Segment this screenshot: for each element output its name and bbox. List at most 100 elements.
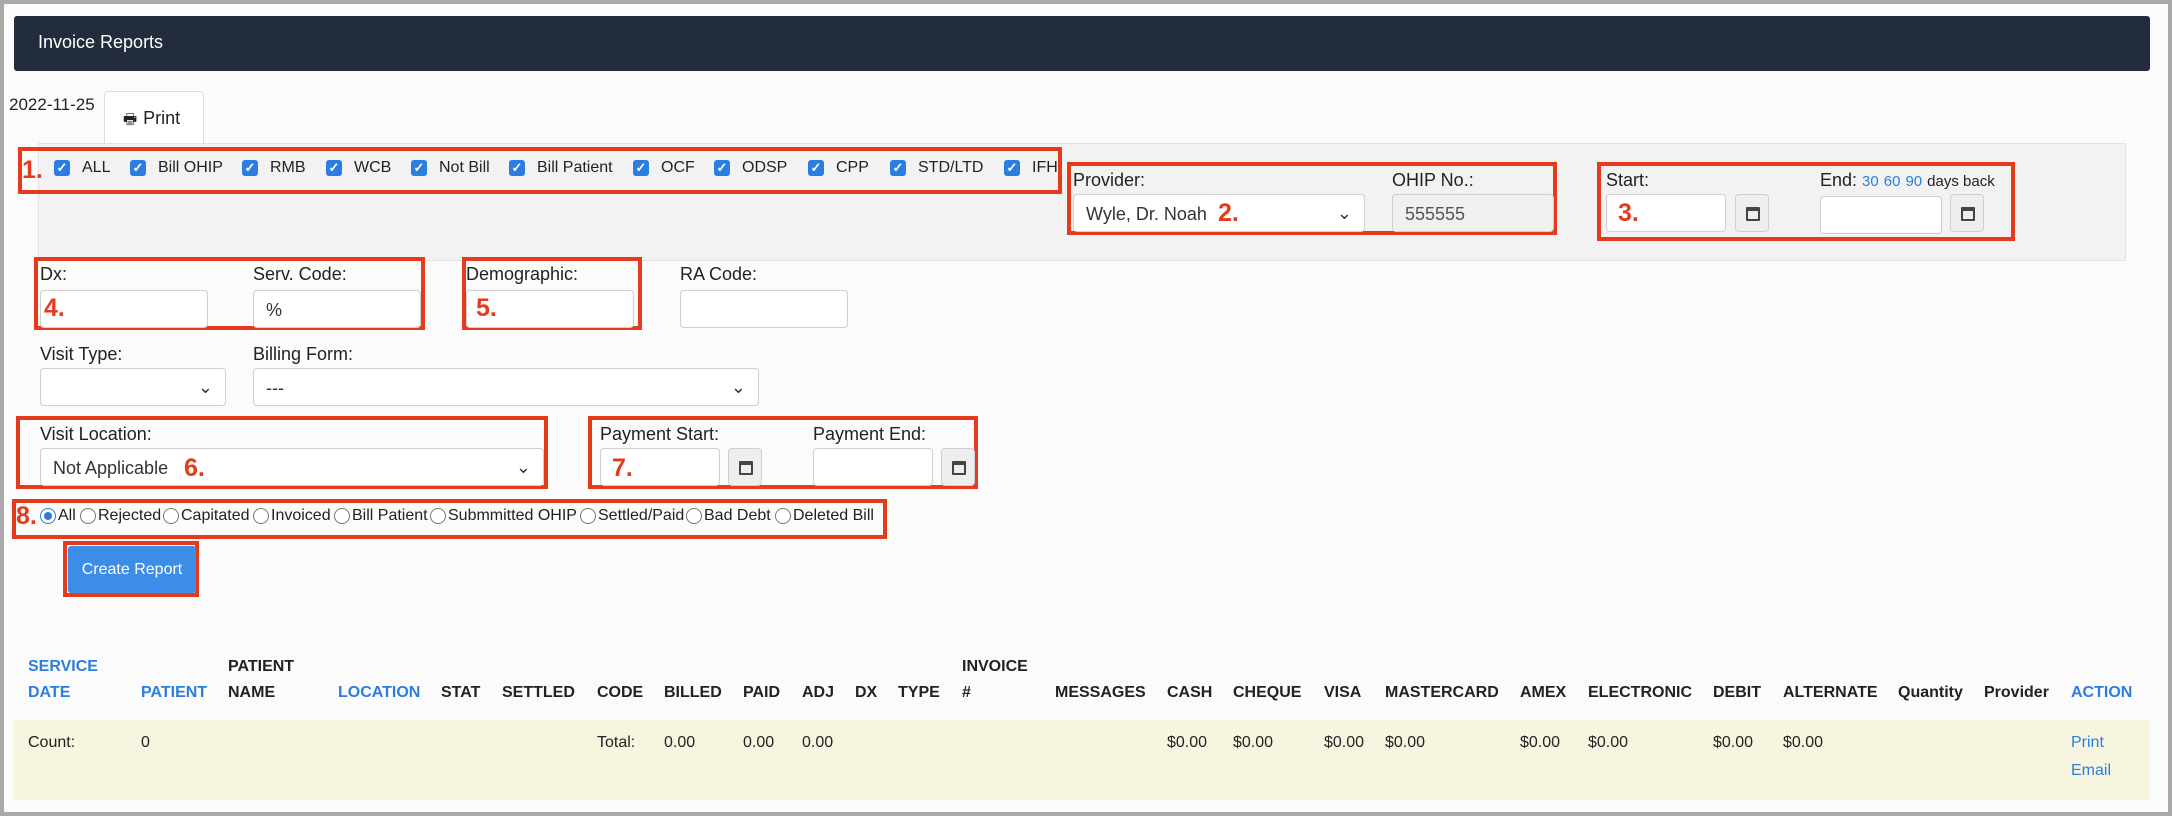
serv-code-input[interactable]: % (253, 290, 421, 328)
checkbox-icon[interactable]: ✓ (54, 160, 70, 176)
checkbox-icon[interactable]: ✓ (242, 160, 258, 176)
dx-input[interactable] (40, 290, 208, 328)
column-header-bottom: MASTERCARD (1385, 684, 1499, 701)
column-header-bottom: Quantity (1898, 684, 1963, 701)
checkbox-icon[interactable]: ✓ (509, 160, 525, 176)
ohip-field[interactable]: 555555 (1392, 194, 1554, 232)
checkbox-std-ltd[interactable]: ✓ STD/LTD (890, 159, 983, 177)
radio-button[interactable] (686, 508, 702, 524)
radio-button[interactable] (334, 508, 350, 524)
radio-button[interactable] (775, 508, 791, 524)
checkbox-label: CPP (836, 159, 869, 176)
payment-end-input[interactable] (813, 448, 933, 486)
checkbox-not-bill[interactable]: ✓ Not Bill (411, 159, 490, 177)
checkbox-bill-ohip[interactable]: ✓ Bill OHIP (130, 159, 223, 177)
radio-button[interactable] (163, 508, 179, 524)
radio-label: Deleted Bill (793, 507, 874, 524)
print-button[interactable]: 🖶 Print (104, 91, 204, 143)
end-30-link[interactable]: 30 (1862, 173, 1879, 190)
annotation-7: 7. (612, 454, 633, 482)
total-mastercard: $0.00 (1385, 734, 1426, 751)
column-header: Provider (1984, 654, 2049, 706)
end-90-link[interactable]: 90 (1905, 173, 1922, 190)
checkbox-label: Not Bill (439, 159, 490, 176)
checkbox-bill-patient[interactable]: ✓ Bill Patient (509, 159, 613, 177)
annotation-6: 6. (184, 454, 205, 482)
radio-bad-debt[interactable]: Bad Debt (686, 507, 771, 525)
checkbox-icon[interactable]: ✓ (411, 160, 427, 176)
end-date-input[interactable] (1820, 196, 1942, 234)
page-header: Invoice Reports (14, 16, 2150, 71)
checkbox-icon[interactable]: ✓ (808, 160, 824, 176)
column-header[interactable]: LOCATION (338, 654, 420, 706)
radio-deleted-bill[interactable]: Deleted Bill (775, 507, 874, 525)
checkbox-icon[interactable]: ✓ (326, 160, 342, 176)
chevron-down-icon: ⌄ (1336, 203, 1352, 223)
column-header-bottom: ACTION (2071, 684, 2133, 701)
count-label: Count: (28, 734, 76, 751)
radio-invoiced[interactable]: Invoiced (253, 507, 331, 525)
checkbox-all[interactable]: ✓ ALL (54, 159, 110, 177)
column-header[interactable]: PATIENT (141, 654, 207, 706)
end-calendar-button[interactable] (1950, 194, 1984, 232)
radio-submmitted-ohip[interactable]: Submmitted OHIP (430, 507, 577, 525)
checkbox-cpp[interactable]: ✓ CPP (808, 159, 869, 177)
column-header-bottom: ELECTRONIC (1588, 684, 1692, 701)
totals-row (14, 720, 2150, 800)
checkbox-icon[interactable]: ✓ (890, 160, 906, 176)
payment-start-calendar-button[interactable] (728, 448, 762, 486)
checkbox-wcb[interactable]: ✓ WCB (326, 159, 391, 177)
radio-capitated[interactable]: Capitated (163, 507, 250, 525)
payment-end-calendar-button[interactable] (941, 448, 975, 486)
column-header-bottom: CHEQUE (1233, 684, 1302, 701)
column-header-bottom: PAID (743, 684, 781, 701)
billing-form-select[interactable]: --- ⌄ (253, 368, 759, 406)
column-header-bottom: SETTLED (502, 684, 575, 701)
total-billed: 0.00 (664, 734, 696, 751)
visit-type-select[interactable]: ⌄ (40, 368, 226, 406)
checkbox-odsp[interactable]: ✓ ODSP (714, 159, 787, 177)
radio-button-selected[interactable] (40, 508, 56, 524)
checkbox-icon[interactable]: ✓ (130, 160, 146, 176)
radio-bill-patient[interactable]: Bill Patient (334, 507, 428, 525)
checkbox-ocf[interactable]: ✓ OCF (633, 159, 695, 177)
radio-label: Settled/Paid (598, 507, 685, 524)
start-calendar-button[interactable] (1735, 194, 1769, 232)
print-button-label: Print (143, 108, 181, 128)
ra-code-input[interactable] (680, 290, 848, 328)
provider-value: Wyle, Dr. Noah (1086, 204, 1207, 224)
checkbox-icon[interactable]: ✓ (633, 160, 649, 176)
visit-location-select[interactable]: Not Applicable ⌄ (40, 448, 544, 486)
visit-type-label: Visit Type: (40, 344, 123, 364)
checkbox-icon[interactable]: ✓ (714, 160, 730, 176)
checkbox-icon[interactable]: ✓ (1004, 160, 1020, 176)
column-header-top (441, 654, 480, 680)
column-header-top (898, 654, 940, 680)
column-header-bottom: Provider (1984, 684, 2049, 701)
total-cash: $0.00 (1167, 734, 1208, 751)
checkbox-rmb[interactable]: ✓ RMB (242, 159, 306, 177)
calendar-icon (952, 461, 966, 475)
column-header-top (1324, 654, 1361, 680)
printer-icon: 🖶 (123, 111, 138, 128)
print-link[interactable]: Print (2071, 734, 2104, 752)
radio-button[interactable] (253, 508, 269, 524)
column-header[interactable]: SERVICE DATE (28, 654, 98, 706)
checkbox-ifh[interactable]: ✓ IFH (1004, 159, 1058, 177)
create-report-button[interactable]: Create Report (68, 546, 196, 593)
end-60-link[interactable]: 60 (1884, 173, 1901, 190)
column-header-top (2071, 654, 2132, 680)
column-header: CASH (1167, 654, 1212, 706)
column-header: ADJ (802, 654, 834, 706)
annotation-5: 5. (476, 294, 497, 322)
email-link[interactable]: Email (2071, 762, 2111, 780)
radio-settled-paid[interactable]: Settled/Paid (580, 507, 684, 525)
radio-all[interactable]: All (40, 507, 76, 525)
annotation-4: 4. (44, 294, 65, 322)
radio-button[interactable] (580, 508, 596, 524)
radio-rejected[interactable]: Rejected (80, 507, 161, 525)
column-header: DX (855, 654, 877, 706)
column-header[interactable]: ACTION (2071, 654, 2132, 706)
radio-button[interactable] (80, 508, 96, 524)
radio-button[interactable] (430, 508, 446, 524)
